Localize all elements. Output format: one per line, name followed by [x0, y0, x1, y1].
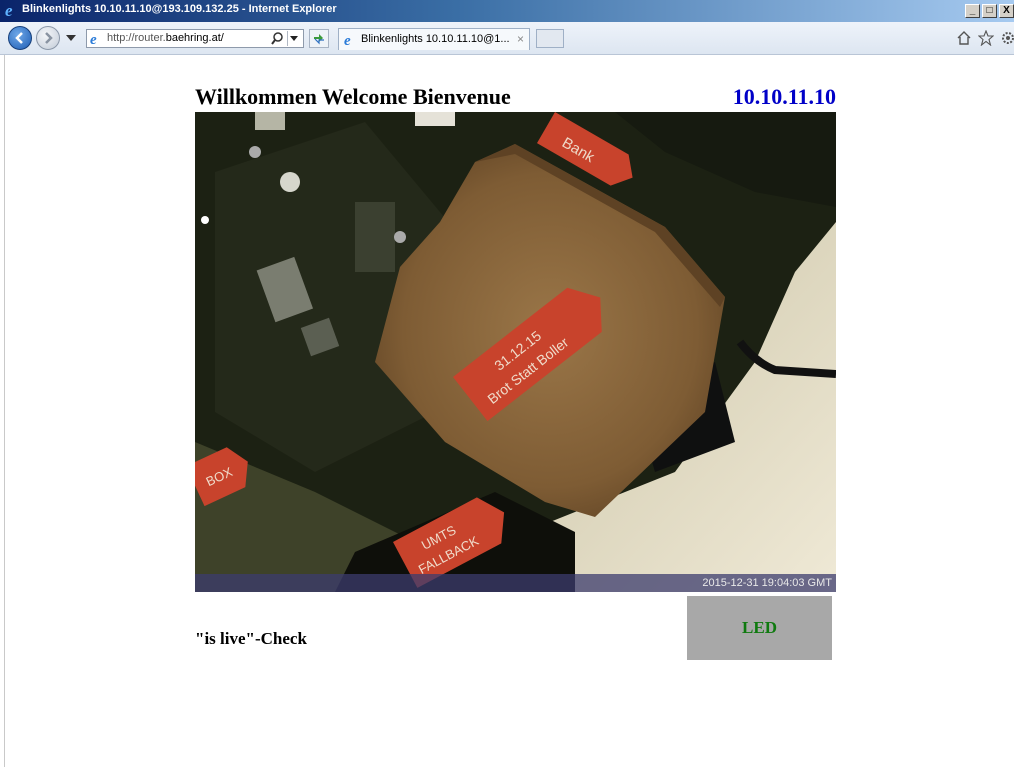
- svg-text:e: e: [90, 32, 97, 46]
- browser-tools: [956, 30, 1014, 46]
- ip-address: 10.10.11.10: [732, 84, 836, 109]
- window-title: Blinkenlights 10.10.11.10@193.109.132.25…: [22, 3, 337, 15]
- webcam-scene: Bank 31.12.15 Brot Statt Boller BOX UMTS…: [195, 112, 836, 592]
- forward-arrow-icon: [45, 32, 53, 44]
- refresh-button[interactable]: [309, 29, 329, 48]
- address-bar[interactable]: e http://router.baehring.at/: [86, 29, 304, 48]
- led-button[interactable]: LED: [687, 596, 832, 660]
- page-title: Willkommen Welcome Bienvenue: [195, 84, 511, 109]
- close-button[interactable]: X: [999, 4, 1014, 18]
- gear-icon[interactable]: [1000, 30, 1014, 46]
- tab-blinkenlights[interactable]: e Blinkenlights 10.10.11.10@1... ×: [338, 28, 530, 50]
- webcam-timestamp-bar: 2015-12-31 19:04:03 GMT: [195, 574, 836, 592]
- window-border: [4, 55, 5, 767]
- favorites-star-icon[interactable]: [978, 30, 994, 46]
- back-arrow-icon: [15, 32, 23, 44]
- search-icon[interactable]: [271, 32, 284, 45]
- minimize-button[interactable]: _: [965, 4, 980, 18]
- webcam-timestamp: 2015-12-31 19:04:03 GMT: [702, 577, 832, 589]
- home-icon[interactable]: [956, 30, 972, 46]
- internet-explorer-page-icon: e: [90, 32, 97, 46]
- svg-text:e: e: [344, 33, 351, 47]
- url-text[interactable]: http://router.baehring.at/: [107, 32, 224, 44]
- internet-explorer-icon: e: [5, 2, 13, 18]
- window-controls: _ □ X: [965, 4, 1014, 18]
- tab-close-icon[interactable]: ×: [517, 32, 524, 46]
- address-dropdown-button[interactable]: [287, 31, 301, 46]
- back-button[interactable]: [8, 26, 32, 50]
- new-tab-button[interactable]: [536, 29, 564, 48]
- refresh-icon: [314, 34, 324, 45]
- tab-title: Blinkenlights 10.10.11.10@1...: [361, 33, 510, 45]
- svg-text:e: e: [5, 2, 13, 18]
- internet-explorer-tab-icon: e: [344, 33, 351, 47]
- forward-button[interactable]: [36, 26, 60, 50]
- navigation-bar: e http://router.baehring.at/ e Blinkenli…: [0, 22, 1014, 55]
- webcam-image: Bank 31.12.15 Brot Statt Boller BOX UMTS…: [195, 112, 836, 592]
- window-titlebar: e Blinkenlights 10.10.11.10@193.109.132.…: [0, 0, 1014, 22]
- recent-pages-dropdown-icon[interactable]: [66, 35, 76, 41]
- maximize-button[interactable]: □: [982, 4, 997, 18]
- chevron-down-icon: [290, 36, 298, 41]
- live-check-label: "is live"-Check: [195, 629, 307, 648]
